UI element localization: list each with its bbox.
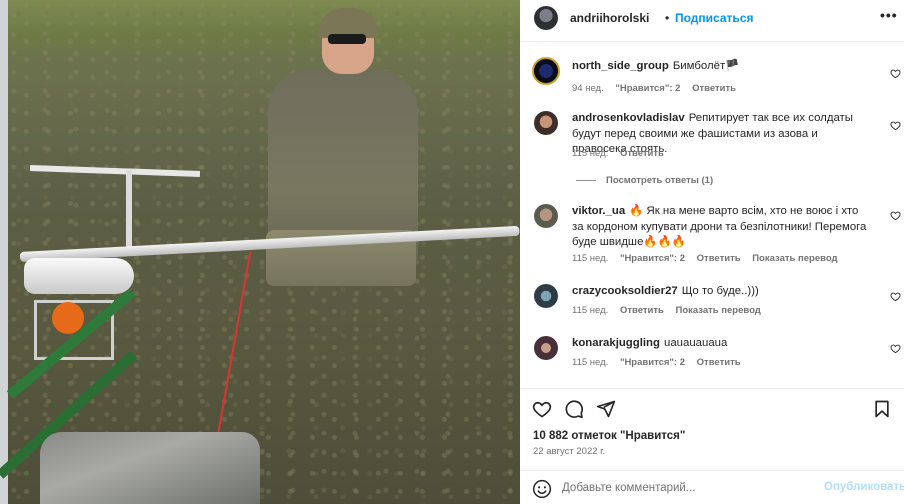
avatar[interactable] xyxy=(534,336,558,360)
post-header: andriihorolski • Подписаться ••• xyxy=(520,0,904,42)
comment-meta: 115 нед. "Нравится": 2 Ответить xyxy=(572,357,750,368)
comment-time[interactable]: 115 нед. xyxy=(572,357,608,368)
photo-bag xyxy=(40,432,260,504)
post-action-bar xyxy=(520,388,904,428)
more-icon[interactable]: ••• xyxy=(880,7,898,23)
bookmark-icon[interactable] xyxy=(872,399,892,419)
share-icon[interactable] xyxy=(596,399,616,419)
comment-text: viktor._ua 🔥 Як на мене варто всім, хто н… xyxy=(572,204,872,251)
comment-text: north_side_group Бимболёт🏴 xyxy=(572,59,872,75)
comment-text: konarakjuggling uauauauaua xyxy=(572,336,872,352)
comment-text: crazycooksoldier27 Що то буде..))) xyxy=(572,284,872,300)
reply-button[interactable]: Ответить xyxy=(697,253,741,264)
author-username[interactable]: andriihorolski xyxy=(570,11,649,25)
post-side-panel: andriihorolski • Подписаться ••• north_s… xyxy=(520,0,904,504)
comment-time[interactable]: 115 нед. xyxy=(572,253,608,264)
avatar[interactable] xyxy=(534,284,558,308)
avatar[interactable] xyxy=(532,57,560,85)
heart-icon[interactable] xyxy=(890,120,901,131)
comment-likes[interactable]: "Нравится": 2 xyxy=(620,253,685,264)
comment-input[interactable] xyxy=(562,477,812,499)
photo-glasses xyxy=(328,34,366,44)
reply-button[interactable]: Ответить xyxy=(620,305,664,316)
follow-button[interactable]: Подписаться xyxy=(675,11,753,25)
avatar[interactable] xyxy=(534,204,558,228)
header-separator: • xyxy=(665,11,670,25)
reply-button[interactable]: Ответить xyxy=(620,148,664,159)
comment-time[interactable]: 115 нед. xyxy=(572,305,608,316)
comment-time[interactable]: 115 нед. xyxy=(572,148,608,159)
comment-composer: Опубликовать xyxy=(520,470,904,504)
view-replies-button[interactable]: Посмотреть ответы (1) xyxy=(576,175,713,186)
comment-icon[interactable] xyxy=(564,399,584,419)
replies-divider xyxy=(576,180,596,181)
avatar[interactable] xyxy=(534,6,558,30)
emoji-icon[interactable] xyxy=(532,479,552,499)
comment-meta: 115 нед. Ответить xyxy=(572,148,673,159)
photo-drone-tail-fin xyxy=(126,170,132,250)
heart-icon[interactable] xyxy=(890,343,901,354)
post-comment-button[interactable]: Опубликовать xyxy=(824,481,904,493)
reply-button[interactable]: Ответить xyxy=(697,357,741,368)
comment-time[interactable]: 94 нед. xyxy=(572,83,604,94)
post-photo[interactable] xyxy=(0,0,520,504)
comment-meta: 115 нед. Ответить Показать перевод xyxy=(572,305,770,316)
comment-meta: 94 нед. "Нравится": 2 Ответить xyxy=(572,83,745,94)
comment-likes[interactable]: "Нравится": 2 xyxy=(615,83,680,94)
comment-meta: 115 нед. "Нравится": 2 Ответить Показать… xyxy=(572,253,847,264)
comment-username[interactable]: konarakjuggling xyxy=(572,337,660,349)
photo-drone-fuselage xyxy=(24,258,134,294)
heart-icon[interactable] xyxy=(890,68,901,79)
heart-icon[interactable] xyxy=(532,399,552,419)
comment-body: Що то буде..))) xyxy=(681,285,759,297)
comment-username[interactable]: viktor._ua xyxy=(572,205,625,217)
comment-body: uauauauaua xyxy=(663,337,728,349)
comment-username[interactable]: androsenkovladislav xyxy=(572,112,685,124)
post-date[interactable]: 22 август 2022 г. xyxy=(533,446,605,457)
heart-icon[interactable] xyxy=(890,210,901,221)
comment-body: Бимболёт🏴 xyxy=(672,60,740,72)
comment-likes[interactable]: "Нравится": 2 xyxy=(620,357,685,368)
comment-username[interactable]: north_side_group xyxy=(572,60,669,72)
show-translation-button[interactable]: Показать перевод xyxy=(675,305,760,316)
show-translation-button[interactable]: Показать перевод xyxy=(752,253,837,264)
avatar[interactable] xyxy=(534,111,558,135)
view-replies-label: Посмотреть ответы (1) xyxy=(606,175,714,186)
reply-button[interactable]: Ответить xyxy=(692,83,736,94)
likes-count[interactable]: 10 882 отметок "Нравится" xyxy=(533,430,685,442)
comment-username[interactable]: crazycooksoldier27 xyxy=(572,285,678,297)
heart-icon[interactable] xyxy=(890,291,901,302)
photo-sky-strip xyxy=(0,0,8,504)
